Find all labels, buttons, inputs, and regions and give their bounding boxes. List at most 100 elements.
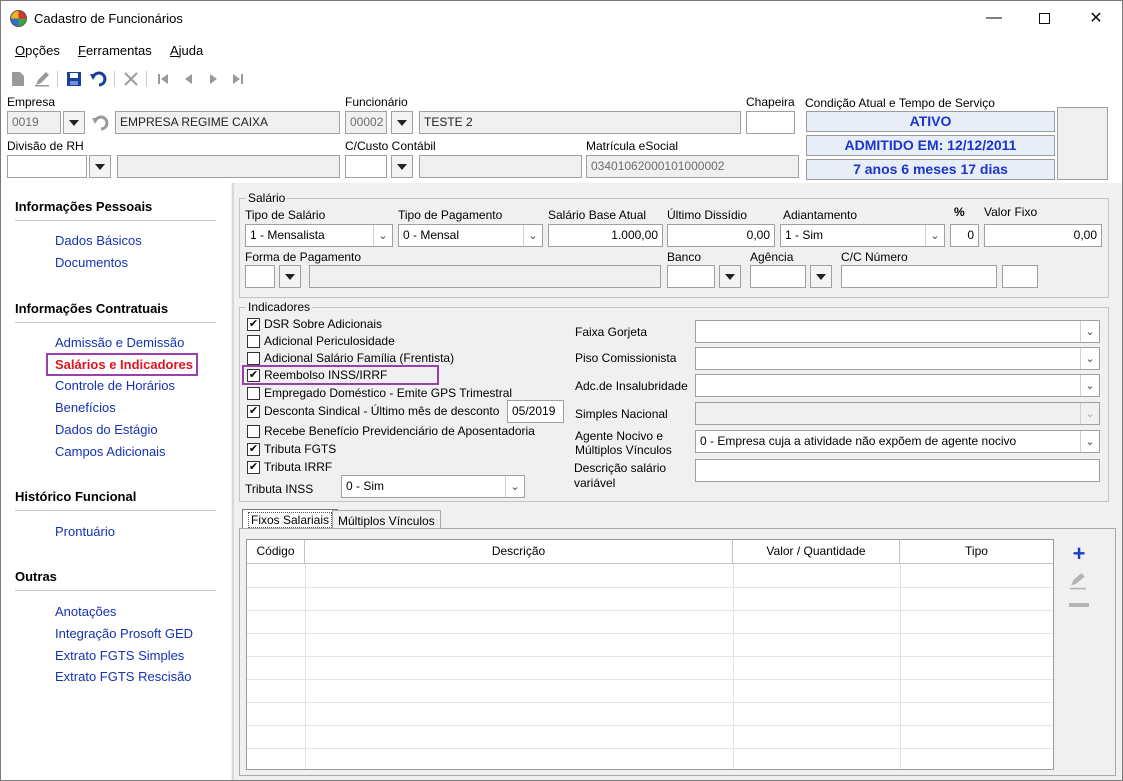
grid-header-valor[interactable]: Valor / Quantidade bbox=[733, 540, 900, 564]
menu-opcoes[interactable]: Opções bbox=[15, 43, 60, 58]
forma-pagamento-label: Forma de Pagamento bbox=[245, 250, 362, 264]
forma-pagamento-code-field[interactable] bbox=[245, 265, 275, 288]
sidebar-item-anotacoes[interactable]: Anotações bbox=[55, 604, 116, 619]
sindical-checkbox[interactable]: ✔ bbox=[247, 405, 260, 418]
banco-label: Banco bbox=[667, 250, 702, 264]
chevron-down-icon bbox=[285, 273, 295, 280]
tipo-pagamento-select[interactable]: 0 - Mensal ⌄ bbox=[398, 224, 543, 247]
simples-nacional-select[interactable]: ⌄ bbox=[695, 402, 1100, 425]
cc-digito-field[interactable] bbox=[1002, 265, 1038, 288]
edit-row-button[interactable] bbox=[1069, 572, 1089, 592]
dsr-checkbox[interactable]: ✔ bbox=[247, 318, 260, 331]
sidebar-item-campos-adicionais[interactable]: Campos Adicionais bbox=[55, 444, 166, 459]
banco-dropdown-button[interactable] bbox=[719, 265, 741, 288]
sidebar-item-salarios[interactable]: Salários e Indicadores bbox=[55, 357, 193, 372]
sidebar-item-ged[interactable]: Integração Prosoft GED bbox=[55, 626, 193, 641]
tributa-fgts-checkbox[interactable]: ✔ bbox=[247, 443, 260, 456]
tributa-inss-select[interactable]: 0 - Sim ⌄ bbox=[341, 475, 525, 498]
first-record-button[interactable] bbox=[153, 69, 173, 89]
empresa-refresh-button[interactable] bbox=[90, 112, 112, 133]
sidebar-item-prontuario[interactable]: Prontuário bbox=[55, 524, 115, 539]
agente-nocivo-label-line2: Múltiplos Vínculos bbox=[575, 443, 672, 457]
fixos-salariais-grid[interactable]: Código Descrição Valor / Quantidade Tipo bbox=[246, 539, 1054, 770]
menu-ferramentas[interactable]: Ferramentas bbox=[78, 43, 152, 58]
salario-base-field[interactable]: 1.000,00 bbox=[548, 224, 663, 247]
descricao-salario-field[interactable] bbox=[695, 459, 1100, 482]
empresa-code-field[interactable]: 0019 bbox=[7, 111, 61, 134]
adiantamento-select[interactable]: 1 - Sim ⌄ bbox=[780, 224, 945, 247]
sidebar-item-fgts-rescisao[interactable]: Extrato FGTS Rescisão bbox=[55, 669, 192, 684]
ultimo-dissidio-field[interactable]: 0,00 bbox=[667, 224, 775, 247]
save-button[interactable] bbox=[64, 69, 84, 89]
empresa-dropdown-button[interactable] bbox=[63, 111, 85, 134]
funcionario-dropdown-button[interactable] bbox=[391, 111, 413, 134]
forma-pagamento-dropdown-button[interactable] bbox=[279, 265, 301, 288]
chevron-down-icon bbox=[397, 119, 407, 126]
empresa-label: Empresa bbox=[7, 95, 56, 109]
add-row-button[interactable]: + bbox=[1067, 541, 1091, 567]
cc-numero-field[interactable] bbox=[841, 265, 997, 288]
piso-comissionista-select[interactable]: ⌄ bbox=[695, 347, 1100, 370]
aposentadoria-checkbox[interactable] bbox=[247, 425, 260, 438]
close-button[interactable]: ✕ bbox=[1073, 1, 1119, 35]
tributa-irrf-checkbox[interactable]: ✔ bbox=[247, 461, 260, 474]
descricao-salario-label-line1: Descrição salário bbox=[574, 461, 667, 475]
funcionario-code-field[interactable]: 00002 bbox=[345, 111, 387, 134]
condicao-label: Condição Atual e Tempo de Serviço bbox=[805, 96, 995, 110]
aposentadoria-label: Recebe Benefício Previdenciário de Apose… bbox=[264, 424, 535, 438]
sidebar-item-beneficios[interactable]: Benefícios bbox=[55, 400, 116, 415]
sidebar-item-documentos[interactable]: Documentos bbox=[55, 255, 128, 270]
chapeira-field[interactable] bbox=[746, 111, 795, 134]
delete-button[interactable] bbox=[121, 69, 141, 89]
divisao-code-field[interactable] bbox=[7, 155, 87, 178]
grid-header-descricao[interactable]: Descrição bbox=[305, 540, 733, 564]
salario-familia-checkbox[interactable] bbox=[247, 352, 260, 365]
banco-field[interactable] bbox=[667, 265, 715, 288]
sidebar-item-admissao[interactable]: Admissão e Demissão bbox=[55, 335, 184, 350]
faixa-gorjeta-label: Faixa Gorjeta bbox=[575, 325, 648, 339]
agente-nocivo-select[interactable]: 0 - Empresa cuja a atividade não expõem … bbox=[695, 430, 1100, 453]
custo-code-field[interactable] bbox=[345, 155, 387, 178]
domestico-checkbox[interactable] bbox=[247, 387, 260, 400]
main-panel: Salário Tipo de Salário 1 - Mensalista ⌄ … bbox=[232, 183, 1121, 780]
chapeira-label: Chapeira bbox=[746, 95, 795, 109]
custo-label: C/Custo Contábil bbox=[345, 139, 436, 153]
sidebar-item-fgts-simples[interactable]: Extrato FGTS Simples bbox=[55, 648, 184, 663]
maximize-button[interactable] bbox=[1021, 1, 1067, 35]
agente-nocivo-label-line1: Agente Nocivo e bbox=[575, 429, 664, 443]
menu-ajuda[interactable]: Ajuda bbox=[170, 43, 203, 58]
chevron-down-icon: ⌄ bbox=[1080, 321, 1099, 342]
tab-fixos-salariais[interactable]: Fixos Salariais bbox=[242, 509, 339, 529]
title-bar: Cadastro de Funcionários — ✕ bbox=[1, 1, 1122, 35]
insalubridade-select[interactable]: ⌄ bbox=[695, 374, 1100, 397]
last-record-button[interactable] bbox=[228, 69, 248, 89]
agencia-dropdown-button[interactable] bbox=[810, 265, 832, 288]
prev-record-button[interactable] bbox=[179, 69, 199, 89]
matricula-label: Matrícula eSocial bbox=[586, 139, 679, 153]
grid-header-codigo[interactable]: Código bbox=[247, 540, 305, 564]
next-record-button[interactable] bbox=[203, 69, 223, 89]
sidebar-item-estagio[interactable]: Dados do Estágio bbox=[55, 422, 158, 437]
percent-field[interactable]: 0 bbox=[950, 224, 979, 247]
edit-button[interactable] bbox=[32, 69, 52, 89]
photo-box[interactable] bbox=[1057, 107, 1108, 180]
sidebar-item-horarios[interactable]: Controle de Horários bbox=[55, 378, 175, 393]
valor-fixo-field[interactable]: 0,00 bbox=[984, 224, 1102, 247]
tab-multiplos-vinculos[interactable]: Múltiplos Vínculos bbox=[332, 510, 441, 530]
undo-button[interactable] bbox=[89, 69, 109, 89]
faixa-gorjeta-select[interactable]: ⌄ bbox=[695, 320, 1100, 343]
tipo-salario-select[interactable]: 1 - Mensalista ⌄ bbox=[245, 224, 393, 247]
custo-dropdown-button[interactable] bbox=[391, 155, 413, 178]
sidebar-item-dados-basicos[interactable]: Dados Básicos bbox=[55, 233, 142, 248]
minimize-button[interactable]: — bbox=[971, 1, 1017, 35]
new-button[interactable] bbox=[8, 69, 28, 89]
divisao-dropdown-button[interactable] bbox=[89, 155, 111, 178]
agencia-field[interactable] bbox=[750, 265, 806, 288]
periculosidade-checkbox[interactable] bbox=[247, 335, 260, 348]
indicadores-group-title: Indicadores bbox=[246, 300, 313, 314]
tipo-salario-label: Tipo de Salário bbox=[245, 208, 326, 222]
remove-row-button[interactable] bbox=[1069, 603, 1089, 607]
reembolso-checkbox[interactable]: ✔ bbox=[247, 369, 260, 382]
grid-header-tipo[interactable]: Tipo bbox=[900, 540, 1053, 564]
sindical-month-field[interactable]: 05/2019 bbox=[507, 400, 564, 423]
